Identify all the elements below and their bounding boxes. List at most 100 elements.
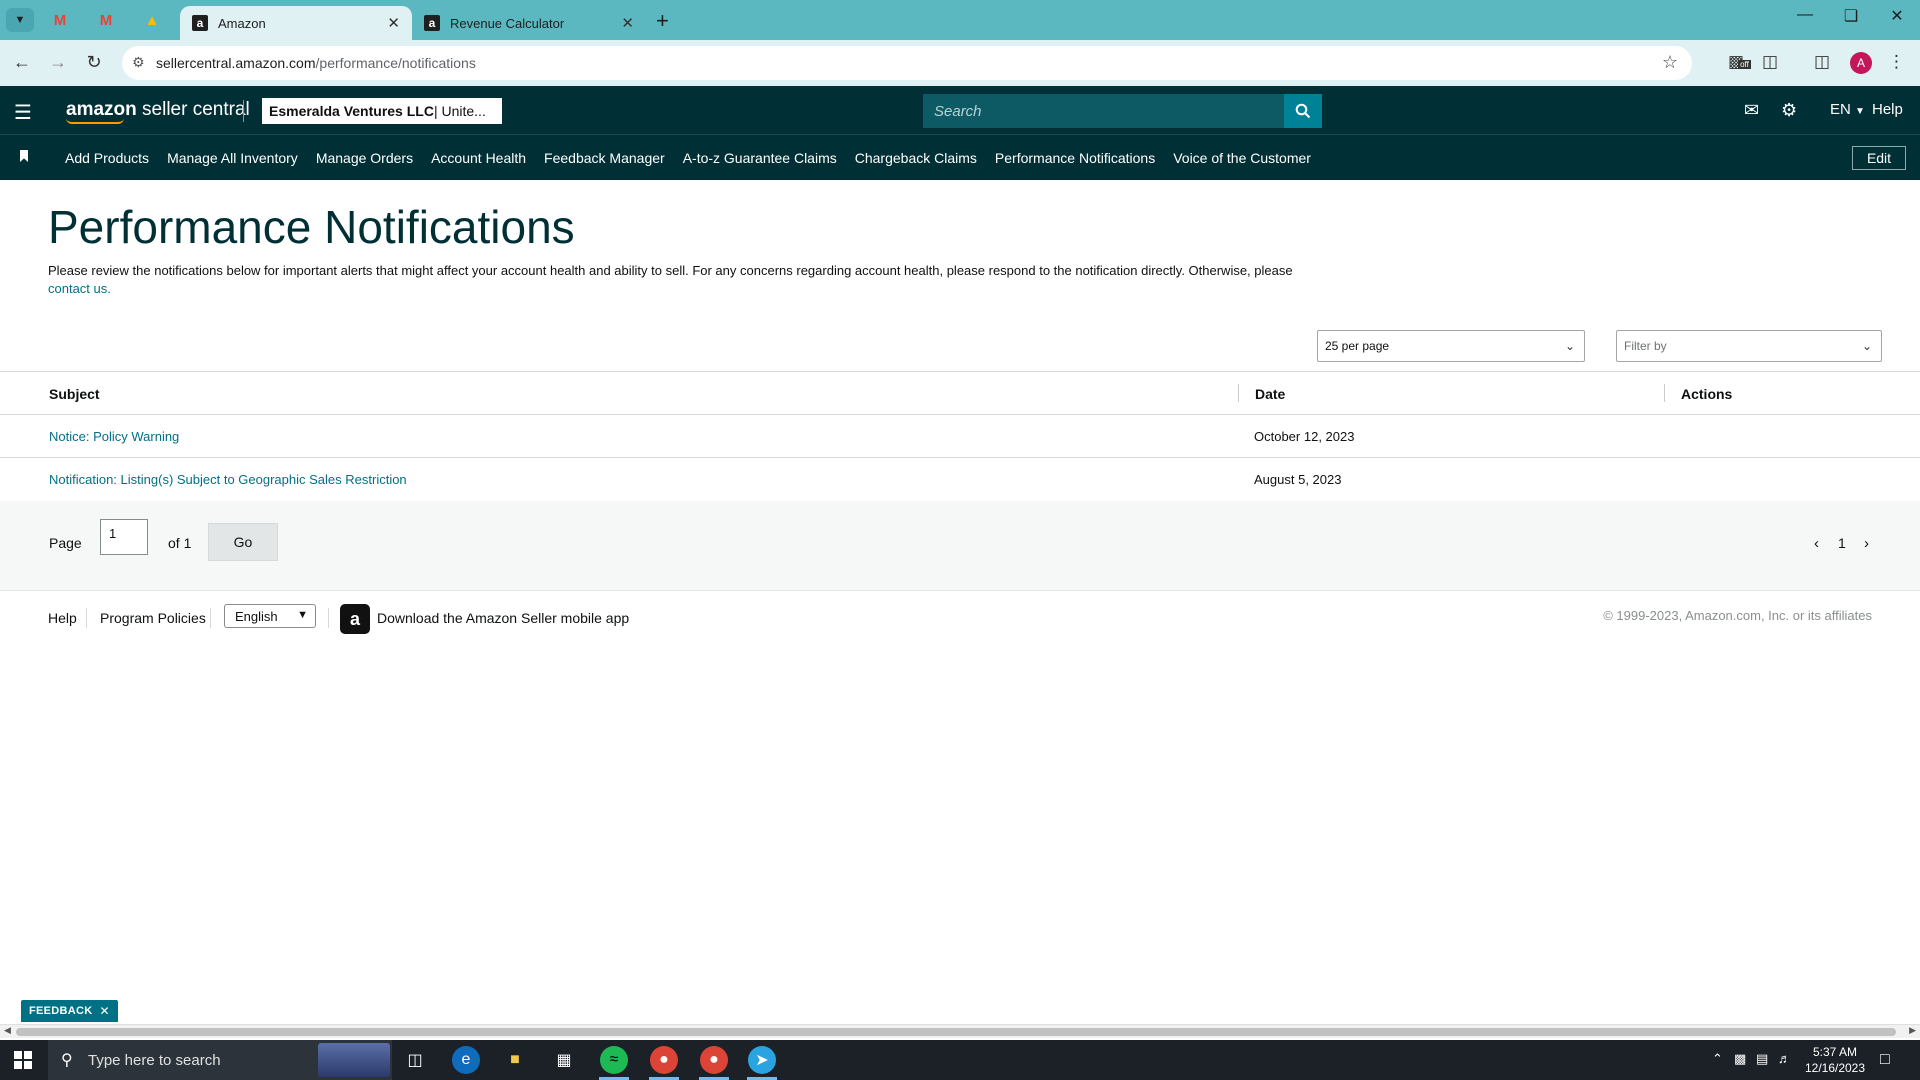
clock-time: 5:37 AM [1812,1045,1858,1059]
bookmark-icon[interactable] [20,150,28,162]
new-tab-button[interactable]: + [656,8,669,34]
forward-button[interactable]: → [46,52,70,73]
bookmark-star-icon[interactable]: ☆ [1662,52,1678,73]
page-number-input[interactable]: 1 [100,519,148,555]
close-tab-icon[interactable]: ✕ [387,14,400,32]
account-region: | Unite... [433,103,486,119]
telegram-icon[interactable]: ➤ [748,1046,776,1074]
footer-language-value: English [235,608,278,624]
download-app-link[interactable]: Download the Amazon Seller mobile app [377,610,629,626]
notification-subject-link[interactable]: Notice: Policy Warning [49,429,179,444]
per-page-select[interactable]: 25 per page ⌄ [1317,330,1585,362]
site-info-icon[interactable]: ⚙ [132,54,145,71]
extension-off-icon[interactable]: ▩off [1728,52,1751,72]
go-button[interactable]: Go [208,523,278,561]
tray-overflow-icon[interactable]: ⌃ [1712,1051,1723,1067]
intro-body: Please review the notifications below fo… [48,263,1293,278]
footer-help-link[interactable]: Help [48,610,77,626]
menu-kebab-icon[interactable]: ⋮ [1888,52,1905,72]
notifications-icon[interactable]: □ [1880,1051,1890,1069]
profile-avatar[interactable]: A [1850,52,1872,74]
restore-button[interactable]: ❏ [1828,6,1874,26]
header-date[interactable]: Date [1255,372,1285,415]
minimize-button[interactable]: — [1782,6,1828,24]
filter-select[interactable]: Filter by ⌄ [1616,330,1882,362]
notification-subject-link[interactable]: Notification: Listing(s) Subject to Geog… [49,472,407,487]
language-selector[interactable]: EN ▼ [1830,101,1865,118]
restore-icon: ❏ [1843,8,1859,25]
tab-revenue-calculator[interactable]: a Revenue Calculator ✕ [412,6,646,40]
account-name: Esmeralda Ventures LLC [269,103,434,119]
microsoft-store-icon[interactable]: ▦ [550,1046,578,1074]
chrome-profile-icon[interactable]: ● [700,1046,728,1074]
next-page-icon[interactable]: › [1864,535,1869,552]
task-view-icon[interactable]: ◫ [401,1046,429,1074]
program-policies-link[interactable]: Program Policies [100,610,206,626]
edge-icon[interactable]: e [452,1046,480,1074]
clock-date: 12/16/2023 [1804,1061,1866,1075]
header-subject[interactable]: Subject [49,372,100,415]
chrome-icon[interactable]: ● [650,1046,678,1074]
hamburger-menu-icon[interactable]: ☰ [14,100,32,125]
reload-icon: ↻ [86,52,102,72]
footer-language-select[interactable]: English ▼ [224,604,316,628]
drive-pinned-tab[interactable]: ▲ [138,8,166,32]
search-input[interactable]: Search [923,94,1284,128]
footer-divider [210,608,211,628]
nav-account-health[interactable]: Account Health [431,150,526,166]
spotify-icon[interactable]: ≈ [600,1046,628,1074]
nav-add-products[interactable]: Add Products [65,150,149,166]
account-switcher[interactable]: Esmeralda Ventures LLC | Unite... [262,98,502,124]
nav-feedback-manager[interactable]: Feedback Manager [544,150,665,166]
tab-search-button[interactable]: ▼ [6,8,34,32]
nav-a-to-z-claims[interactable]: A-to-z Guarantee Claims [683,150,837,166]
windows-start-icon[interactable] [14,1051,32,1069]
gmail-pinned-tab-2[interactable]: M [92,8,120,32]
contact-us-link[interactable]: contact us. [48,281,111,296]
gmail-pinned-tab[interactable]: M [46,8,74,32]
reload-button[interactable]: ↻ [82,52,106,73]
side-panel-icon[interactable]: ◫ [1814,52,1830,72]
taskbar-clock[interactable]: 5:37 AM 12/16/2023 [1800,1044,1870,1076]
nav-performance-notifications[interactable]: Performance Notifications [995,150,1155,166]
address-bar[interactable]: ⚙ sellercentral.amazon.com/performance/n… [122,46,1692,80]
nav-manage-all-inventory[interactable]: Manage All Inventory [167,150,298,166]
volume-icon[interactable]: ♬ [1778,1051,1791,1066]
help-link[interactable]: Help [1872,101,1903,118]
header-divider [243,100,244,122]
edit-nav-button[interactable]: Edit [1852,146,1906,170]
table-row: Notification: Listing(s) Subject to Geog… [0,458,1920,501]
file-explorer-icon[interactable]: ■ [501,1046,529,1074]
scrollbar-thumb[interactable] [16,1028,1896,1036]
nav-voice-of-customer[interactable]: Voice of the Customer [1173,150,1311,166]
close-tab-icon[interactable]: ✕ [621,14,634,32]
amazon-seller-app-icon[interactable]: a [340,604,370,634]
nav-manage-orders[interactable]: Manage Orders [316,150,413,166]
settings-gear-icon[interactable]: ⚙ [1781,100,1797,121]
extension-badge: off [1738,60,1751,69]
network-icon[interactable]: ▤ [1756,1051,1768,1067]
prev-page-icon[interactable]: ‹ [1814,535,1819,552]
close-window-button[interactable]: ✕ [1874,6,1920,26]
amazon-favicon-icon: a [192,15,208,31]
search-highlight-image [318,1043,390,1077]
current-page-number[interactable]: 1 [1838,535,1846,551]
back-button[interactable]: ← [10,52,34,73]
horizontal-scrollbar[interactable]: ◀ ▶ [0,1024,1920,1038]
taskbar-search[interactable]: ⚲ Type here to search [48,1040,392,1080]
tray-app-icon[interactable]: ▩ [1734,1051,1746,1067]
scroll-right-icon[interactable]: ▶ [1909,1025,1916,1036]
feedback-button[interactable]: FEEDBACK ✕ [21,1000,118,1022]
intro-text: Please review the notifications below fo… [48,262,1328,298]
caret-down-icon: ▼ [1855,106,1865,117]
mail-icon[interactable]: ✉ [1744,100,1759,121]
nav-chargeback-claims[interactable]: Chargeback Claims [855,150,977,166]
extensions-puzzle-icon[interactable]: ◫ [1762,52,1778,72]
gmail-icon: M [99,11,113,29]
close-icon[interactable]: ✕ [100,1004,110,1018]
search-button[interactable] [1284,94,1322,128]
notifications-table: Subject Date Actions Notice: Policy Warn… [0,371,1920,502]
filter-placeholder: Filter by [1624,339,1667,353]
tab-amazon[interactable]: a Amazon ✕ [180,6,412,40]
scroll-left-icon[interactable]: ◀ [4,1025,11,1036]
